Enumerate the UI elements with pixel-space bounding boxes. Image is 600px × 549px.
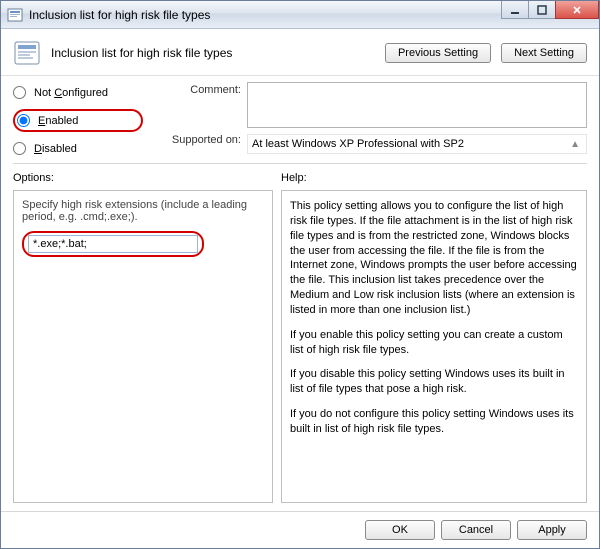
footer: OK Cancel Apply (1, 511, 599, 548)
maximize-button[interactable] (528, 1, 556, 19)
radio-disabled-input[interactable] (13, 142, 26, 155)
ok-button[interactable]: OK (365, 520, 435, 540)
dialog-window: Inclusion list for high risk file types … (0, 0, 600, 549)
help-paragraph-2: If you enable this policy setting you ca… (290, 328, 578, 358)
window-buttons (502, 1, 599, 19)
help-paragraph-1: This policy setting allows you to config… (290, 199, 578, 318)
minimize-button[interactable] (501, 1, 529, 19)
caret-up-icon[interactable]: ▲ (568, 139, 582, 150)
enabled-highlight: Enabled (13, 109, 143, 132)
state-radio-group: Not Configured Enabled Disabled (13, 82, 143, 155)
divider (13, 163, 587, 164)
policy-large-icon (13, 39, 41, 67)
radio-enabled-label: Enabled (38, 115, 78, 127)
apply-button[interactable]: Apply (517, 520, 587, 540)
header-row: Inclusion list for high risk file types … (1, 29, 599, 76)
extensions-highlight (22, 231, 204, 257)
supported-label: Supported on: (151, 134, 241, 146)
supported-value: At least Windows XP Professional with SP… (252, 138, 464, 150)
radio-not-configured-label: Not Configured (34, 87, 108, 99)
radio-disabled-label: Disabled (34, 143, 77, 155)
help-paragraph-3: If you disable this policy setting Windo… (290, 367, 578, 397)
supported-row: Supported on: At least Windows XP Profes… (151, 134, 587, 154)
config-row: Not Configured Enabled Disabled Comment: (1, 76, 599, 159)
supported-box: At least Windows XP Professional with SP… (247, 134, 587, 154)
policy-icon (7, 7, 23, 23)
cancel-button[interactable]: Cancel (441, 520, 511, 540)
mid-right: Comment: Supported on: At least Windows … (151, 82, 587, 155)
next-setting-button[interactable]: Next Setting (501, 43, 587, 63)
radio-not-configured-input[interactable] (13, 86, 26, 99)
help-panel[interactable]: This policy setting allows you to config… (281, 190, 587, 503)
radio-enabled-input[interactable] (17, 114, 30, 127)
options-spec-text: Specify high risk extensions (include a … (22, 199, 264, 223)
comment-label: Comment: (151, 82, 241, 128)
help-label: Help: (281, 172, 587, 184)
window-title: Inclusion list for high risk file types (29, 8, 210, 22)
content-area: Inclusion list for high risk file types … (1, 29, 599, 548)
comment-textarea[interactable] (247, 82, 587, 128)
options-panel: Specify high risk extensions (include a … (13, 190, 273, 503)
radio-not-configured[interactable]: Not Configured (13, 86, 143, 99)
labels-row: Options: Help: (1, 168, 599, 186)
extensions-input[interactable] (28, 235, 198, 253)
comment-row: Comment: (151, 82, 587, 128)
options-label: Options: (13, 172, 273, 184)
policy-title: Inclusion list for high risk file types (51, 46, 375, 60)
radio-enabled[interactable]: Enabled (17, 114, 78, 127)
titlebar[interactable]: Inclusion list for high risk file types (1, 1, 599, 29)
radio-disabled[interactable]: Disabled (13, 142, 143, 155)
panels-row: Specify high risk extensions (include a … (1, 186, 599, 511)
close-button[interactable] (555, 1, 599, 19)
previous-setting-button[interactable]: Previous Setting (385, 43, 491, 63)
help-paragraph-4: If you do not configure this policy sett… (290, 407, 578, 437)
